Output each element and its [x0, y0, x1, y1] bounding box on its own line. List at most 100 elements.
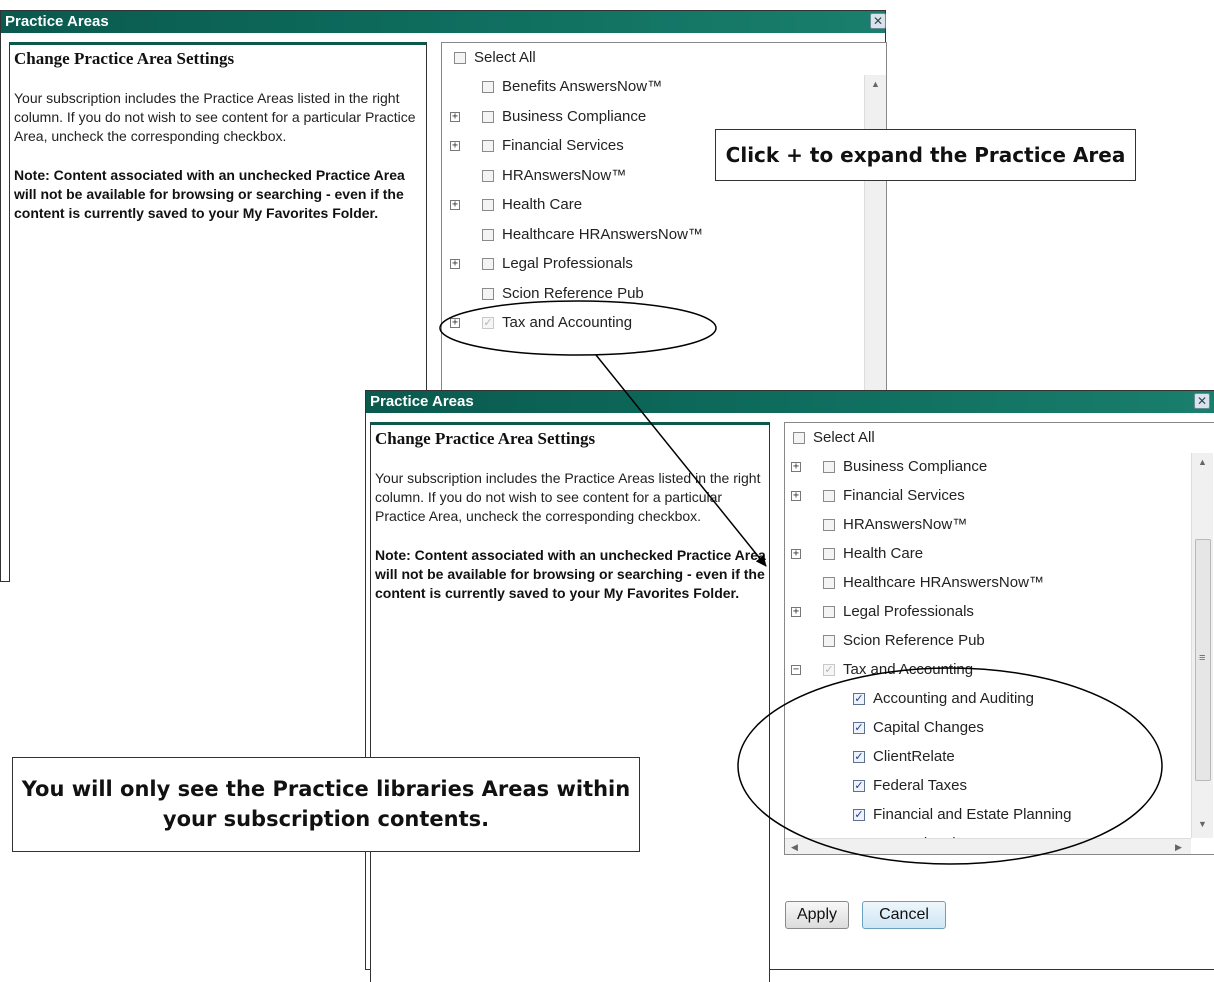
practice-area-checkbox[interactable]: [823, 606, 835, 618]
expand-icon[interactable]: +: [791, 607, 801, 617]
scroll-left-icon[interactable]: ◀: [791, 842, 798, 853]
close-icon[interactable]: ✕: [870, 13, 886, 29]
practice-area-item-healthcare-hranswersnow[interactable]: Healthcare HRAnswersNow™: [450, 225, 703, 245]
practice-area-item-scion-reference-pub[interactable]: Scion Reference Pub: [791, 631, 985, 651]
practice-area-item-financial-services[interactable]: + Financial Services: [450, 136, 624, 156]
practice-area-checkbox[interactable]: [823, 548, 835, 560]
expand-icon[interactable]: +: [791, 462, 801, 472]
practice-area-item-business-compliance[interactable]: + Business Compliance: [791, 457, 987, 477]
practice-area-item-tax-and-accounting[interactable]: − ✓ Tax and Accounting: [791, 660, 973, 680]
practice-area-item-healthcare-hranswersnow[interactable]: Healthcare HRAnswersNow™: [791, 573, 1044, 593]
select-all-checkbox[interactable]: [793, 432, 805, 444]
close-icon[interactable]: ✕: [1194, 393, 1210, 409]
expand-icon[interactable]: +: [791, 549, 801, 559]
practice-area-label: HRAnswersNow™: [843, 516, 968, 533]
practice-area-checkbox[interactable]: [482, 199, 494, 211]
practice-area-checkbox: ✓: [482, 317, 494, 329]
sub-practice-item-clientrelate[interactable]: ✓ ClientRelate: [821, 747, 955, 767]
sub-practice-item-capital-changes[interactable]: ✓ Capital Changes: [821, 718, 984, 738]
expand-icon[interactable]: +: [450, 141, 460, 151]
sub-practice-item-financial-and-estate-planning[interactable]: ✓ Financial and Estate Planning: [821, 805, 1071, 825]
settings-note: Note: Content associated with an uncheck…: [14, 167, 405, 221]
scroll-down-icon[interactable]: ▼: [1198, 819, 1207, 829]
practice-area-item-hranswersnow[interactable]: HRAnswersNow™: [791, 515, 967, 535]
subscription-hint-text: You will only see the Practice libraries…: [21, 777, 631, 831]
practice-area-label: Tax and Accounting: [843, 661, 974, 678]
practice-area-item-health-care[interactable]: + Health Care: [450, 195, 582, 215]
practice-area-item-hranswersnow[interactable]: HRAnswersNow™: [450, 166, 626, 186]
dialog-title: Practice Areas: [370, 393, 474, 410]
practice-area-checkbox[interactable]: [823, 461, 835, 473]
practice-area-item-scion-reference-pub[interactable]: Scion Reference Pub: [450, 284, 644, 304]
cancel-button[interactable]: Cancel: [862, 901, 946, 929]
sub-practice-label: Capital Changes: [873, 719, 984, 736]
subscription-hint-callout: You will only see the Practice libraries…: [12, 757, 640, 852]
practice-area-checkbox[interactable]: [482, 110, 494, 123]
expand-icon[interactable]: +: [791, 491, 801, 501]
expand-hint-callout: Click + to expand the Practice Area: [715, 129, 1136, 181]
select-all-label: Select All: [474, 49, 536, 66]
practice-area-checkbox[interactable]: [482, 258, 494, 270]
practice-area-item-business-compliance[interactable]: + Business Compliance: [450, 107, 646, 127]
practice-area-label: Scion Reference Pub: [502, 284, 644, 302]
practice-area-item-legal-professionals[interactable]: + Legal Professionals: [450, 254, 633, 274]
practice-area-item-tax-and-accounting[interactable]: + ✓ Tax and Accounting: [450, 313, 632, 333]
settings-description: Your subscription includes the Practice …: [14, 90, 416, 144]
expand-icon[interactable]: +: [450, 200, 460, 210]
sub-practice-checkbox[interactable]: ✓: [853, 780, 865, 792]
practice-areas-dialog-front: Practice Areas ✕ Change Practice Area Se…: [365, 390, 1214, 982]
practice-area-item-benefits-answersnow[interactable]: Benefits AnswersNow™: [450, 77, 662, 97]
practice-area-checkbox[interactable]: [482, 140, 494, 152]
scroll-up-icon[interactable]: ▲: [871, 79, 880, 89]
practice-area-item-financial-services[interactable]: + Financial Services: [791, 486, 965, 506]
settings-heading: Change Practice Area Settings: [375, 429, 596, 448]
vertical-scrollbar[interactable]: ▲ ≡ ▼: [1191, 453, 1213, 838]
dialog-titlebar: Practice Areas ✕: [1, 11, 886, 33]
sub-practice-label: Financial and Estate Planning: [873, 806, 1072, 823]
practice-area-checkbox[interactable]: [482, 169, 494, 182]
sub-practice-checkbox[interactable]: ✓: [853, 693, 865, 705]
practice-area-checkbox[interactable]: [482, 287, 494, 300]
practice-area-label: Health Care: [843, 545, 924, 562]
apply-button[interactable]: Apply: [785, 901, 849, 929]
practice-area-label: Legal Professionals: [843, 603, 974, 620]
scrollbar-thumb[interactable]: ≡: [1195, 539, 1211, 781]
select-all-item[interactable]: Select All: [791, 428, 875, 448]
collapse-icon[interactable]: −: [791, 665, 801, 675]
settings-note: Note: Content associated with an uncheck…: [375, 547, 766, 601]
sub-practice-label: ClientRelate: [873, 748, 955, 765]
sub-practice-checkbox[interactable]: ✓: [853, 809, 865, 821]
expand-icon[interactable]: +: [450, 111, 460, 122]
settings-heading: Change Practice Area Settings: [14, 49, 235, 68]
sub-practice-item-accounting-and-auditing[interactable]: ✓ Accounting and Auditing: [821, 689, 1034, 709]
practice-area-checkbox[interactable]: [823, 490, 835, 502]
sub-practice-checkbox[interactable]: ✓: [853, 751, 865, 763]
sub-practice-item-federal-taxes[interactable]: ✓ Federal Taxes: [821, 776, 967, 796]
practice-area-label: Financial Services: [843, 487, 965, 504]
scroll-up-icon[interactable]: ▲: [1198, 457, 1207, 467]
sub-practice-checkbox[interactable]: ✓: [853, 722, 865, 734]
dialog-titlebar: Practice Areas ✕: [366, 391, 1214, 413]
practice-area-label: Financial Services: [502, 137, 624, 154]
sub-practice-label: Federal Taxes: [873, 777, 967, 794]
horizontal-scrollbar[interactable]: ◀ ▶: [785, 838, 1191, 854]
practice-area-list: Select All + Business Compliance + Financia…: [784, 422, 1214, 855]
grip-icon: ≡: [1199, 652, 1206, 664]
practice-area-checkbox[interactable]: [823, 635, 835, 647]
practice-area-label: Healthcare HRAnswersNow™: [502, 225, 703, 243]
practice-area-label: Benefits AnswersNow™: [502, 78, 663, 95]
scroll-right-icon[interactable]: ▶: [1175, 842, 1182, 853]
expand-icon[interactable]: +: [450, 259, 460, 269]
practice-area-checkbox[interactable]: [823, 519, 835, 531]
expand-icon[interactable]: +: [450, 318, 460, 328]
practice-area-checkbox: ✓: [823, 664, 835, 676]
practice-area-label: Business Compliance: [502, 107, 647, 125]
select-all-checkbox[interactable]: [454, 52, 466, 64]
practice-area-item-health-care[interactable]: + Health Care: [791, 544, 923, 564]
practice-area-checkbox[interactable]: [482, 81, 494, 93]
expand-hint-text: Click + to expand the Practice Area: [725, 143, 1126, 167]
select-all-item[interactable]: Select All: [452, 48, 536, 68]
practice-area-checkbox[interactable]: [823, 577, 835, 589]
practice-area-checkbox[interactable]: [482, 228, 494, 241]
practice-area-item-legal-professionals[interactable]: + Legal Professionals: [791, 602, 974, 622]
